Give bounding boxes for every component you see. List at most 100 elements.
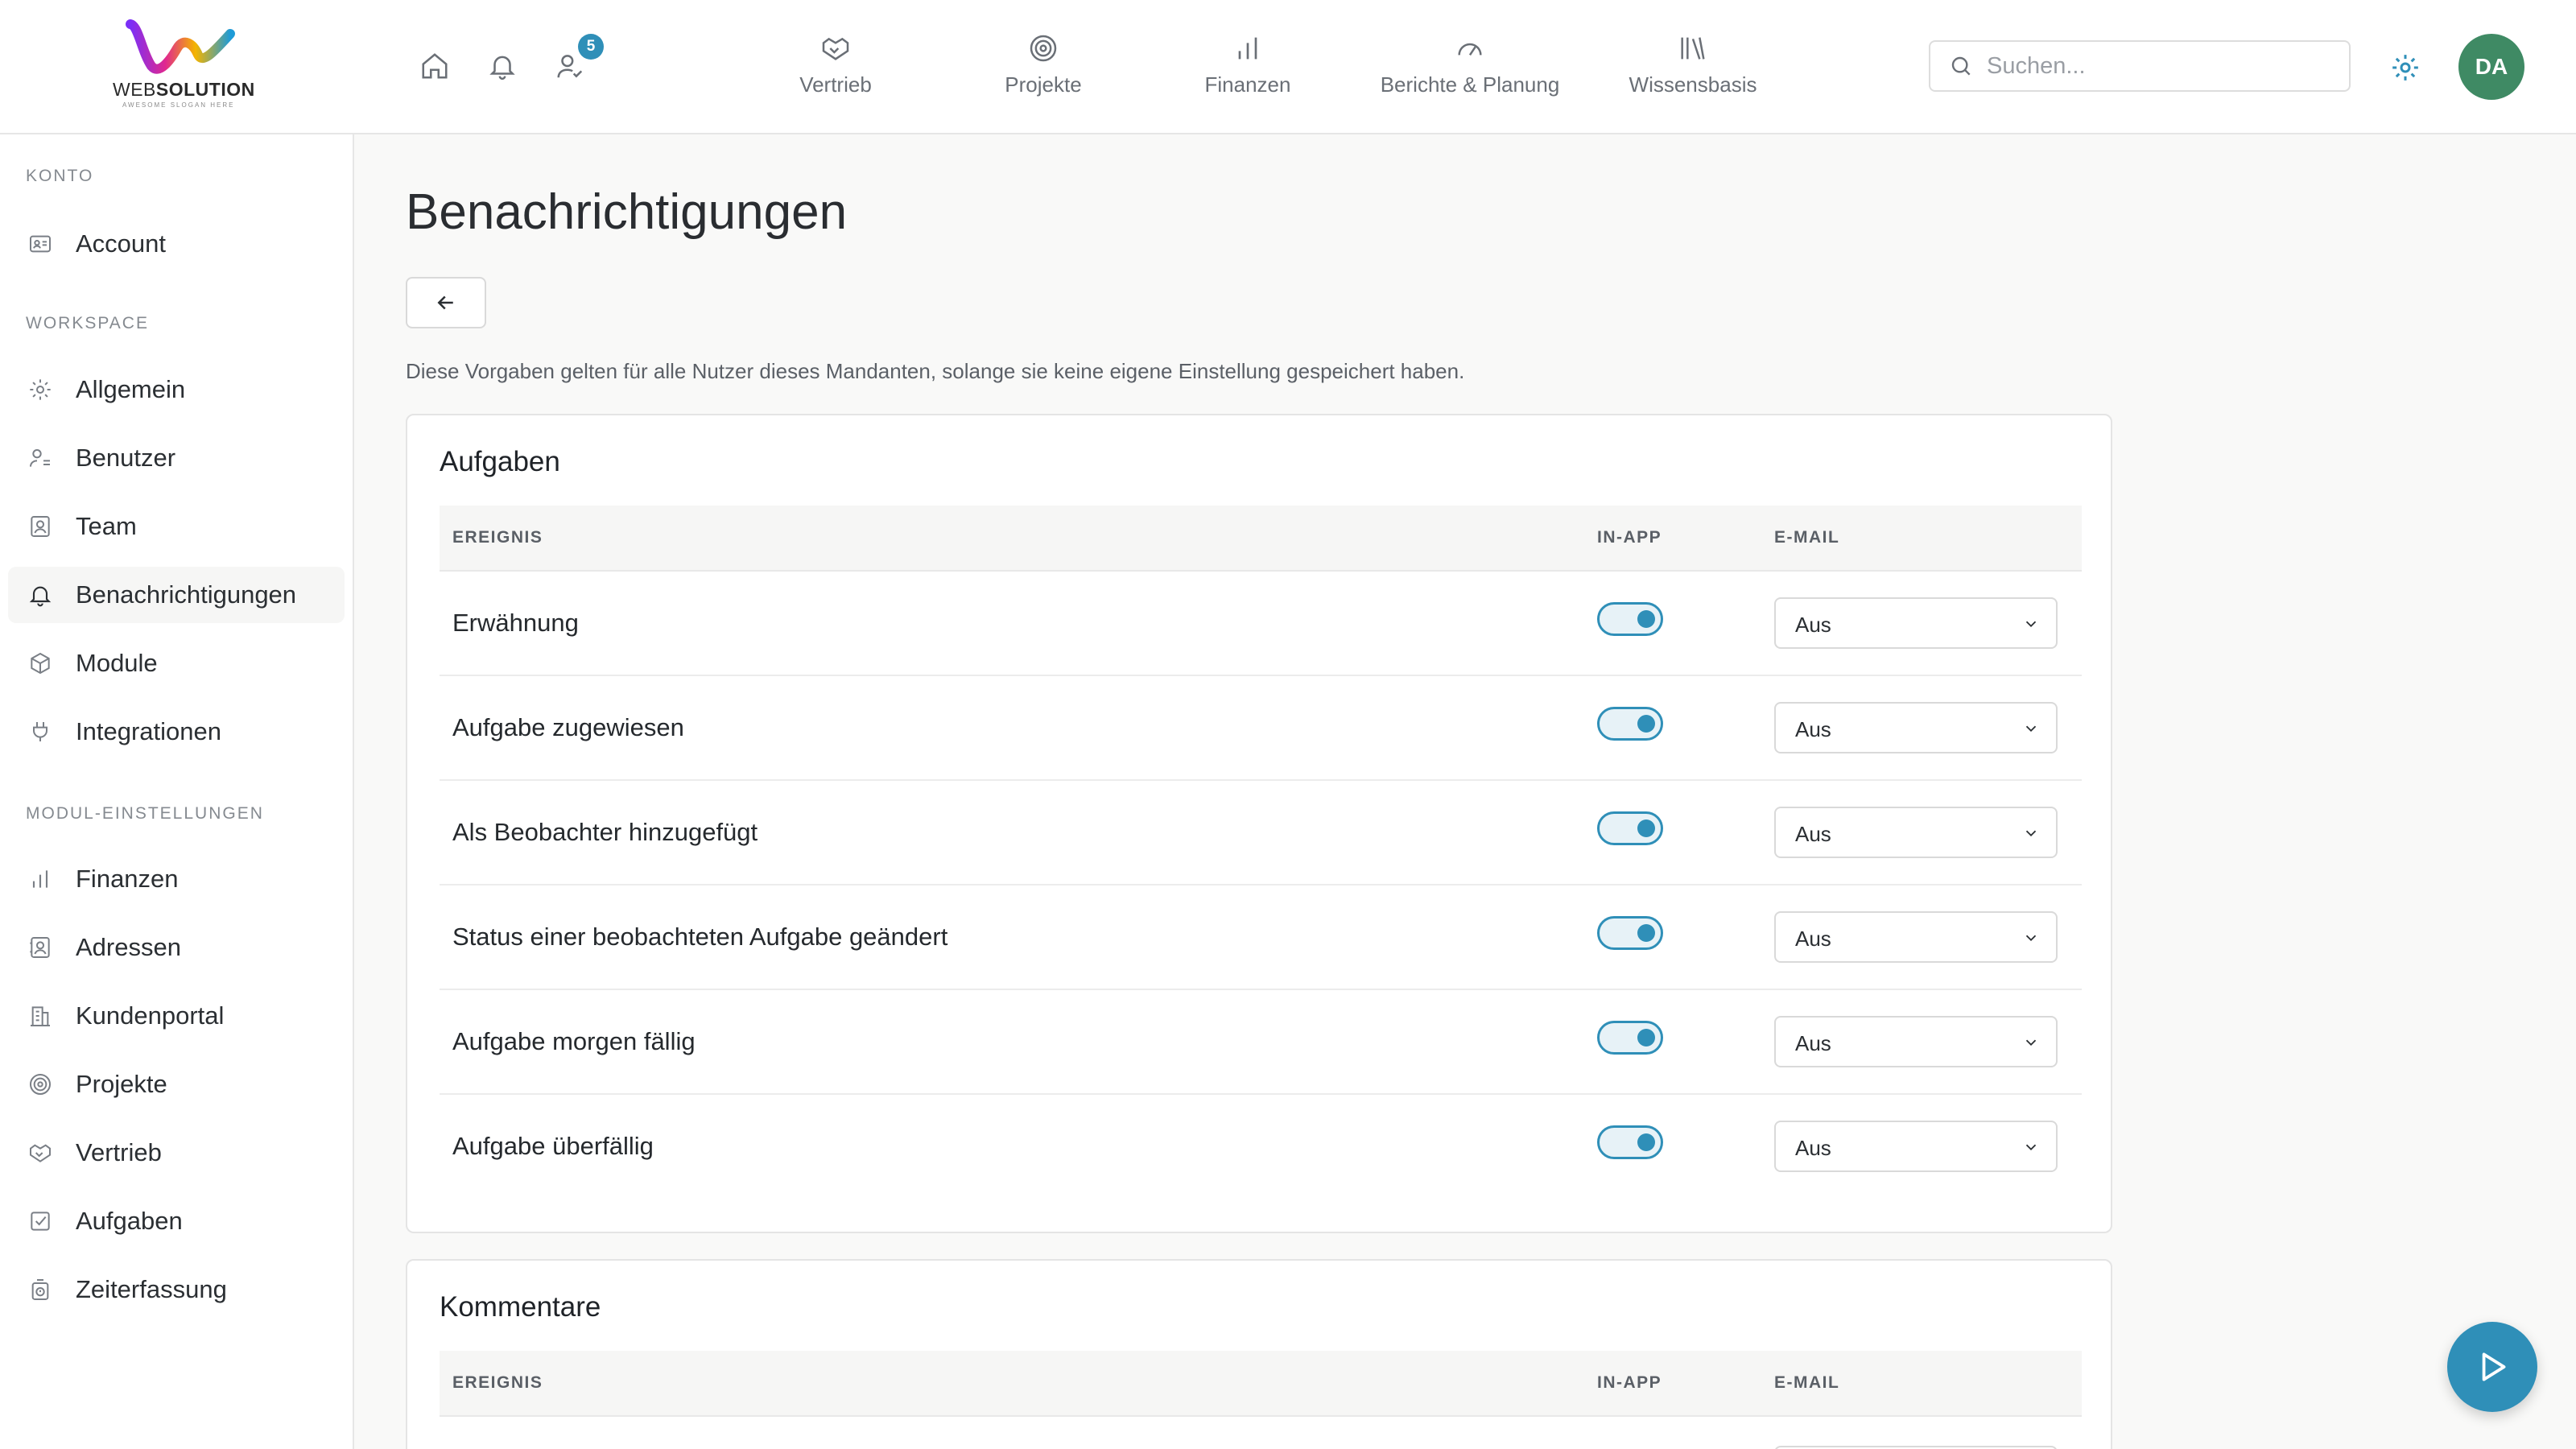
user-avatar[interactable]: DA — [2458, 34, 2524, 100]
topnav-berichte[interactable]: Berichte & Planung — [1373, 31, 1567, 103]
sidebar-item-vertrieb[interactable]: Vertrieb — [8, 1125, 345, 1181]
search-field[interactable] — [1929, 40, 2351, 92]
home-icon — [422, 53, 448, 79]
contact-icon — [31, 516, 50, 537]
gauge-icon — [1458, 43, 1482, 56]
toggle-knob — [1637, 1133, 1655, 1151]
in-app-toggle[interactable] — [1597, 1021, 1663, 1055]
table-row: Status einer beobachteten Aufgabe geände… — [440, 886, 2082, 990]
sidebar-item-label: Module — [76, 649, 158, 677]
gear-icon — [2392, 55, 2418, 80]
topnav-wissensbasis[interactable]: Wissensbasis — [1615, 31, 1771, 103]
page-title: Benachrichtigungen — [406, 184, 848, 240]
in-app-toggle[interactable] — [1597, 1125, 1663, 1159]
topnav-finanzen-label: Finanzen — [1204, 72, 1291, 97]
sidebar-item-benutzer[interactable]: Benutzer — [8, 430, 345, 486]
in-app-toggle[interactable] — [1597, 811, 1663, 845]
library-icon — [1681, 37, 1705, 60]
sidebar-item-label: Benachrichtigungen — [76, 580, 297, 609]
sidebar-item-label: Account — [76, 229, 167, 258]
topnav-vertrieb-label: Vertrieb — [799, 72, 872, 97]
in-app-toggle[interactable] — [1597, 916, 1663, 950]
chevron-down-icon — [2025, 725, 2037, 733]
back-button[interactable] — [406, 277, 486, 328]
sidebar-item-team[interactable]: Team — [8, 498, 345, 555]
sidebar-item-benachrichtigungen[interactable]: Benachrichtigungen — [8, 567, 345, 623]
sidebar-item-label: Team — [76, 512, 137, 540]
sidebar-item-integrationen[interactable]: Integrationen — [8, 704, 345, 760]
card-kommentare: Kommentare EREIGNIS IN-APP E-MAIL — [406, 1259, 2112, 1449]
toggle-knob — [1637, 819, 1655, 837]
event-label: Aufgabe zugewiesen — [452, 713, 684, 741]
building-icon — [31, 1006, 50, 1026]
email-select[interactable]: Aus — [1774, 1121, 2058, 1172]
sidebar-item-account[interactable]: Account — [8, 216, 345, 272]
sidebar-item-module[interactable]: Module — [8, 635, 345, 691]
bar-chart-icon — [32, 870, 48, 888]
email-select-value: Aus — [1795, 613, 1831, 637]
sidebar-item-kundenportal[interactable]: Kundenportal — [8, 988, 345, 1044]
email-select-value: Aus — [1795, 1031, 1831, 1055]
topnav-wissensbasis-label: Wissensbasis — [1629, 72, 1757, 97]
email-select[interactable]: Aus — [1774, 1016, 2058, 1067]
intro-text: Diese Vorgaben gelten für alle Nutzer di… — [406, 359, 1465, 383]
logo-text: WEBSOLUTION — [113, 79, 255, 100]
target-icon — [30, 1074, 51, 1095]
sidebar-item-adressen[interactable]: Adressen — [8, 919, 345, 976]
topnav-vertrieb[interactable]: Vertrieb — [786, 31, 886, 103]
sidebar-item-label: Aufgaben — [76, 1207, 183, 1235]
target-icon — [1030, 35, 1057, 62]
sidebar-item-allgemein[interactable]: Allgemein — [8, 361, 345, 418]
email-select[interactable]: Aus — [1774, 911, 2058, 963]
in-app-toggle[interactable] — [1597, 707, 1663, 741]
search-input[interactable] — [1987, 52, 2325, 80]
table-row: Aufgabe morgen fällig Aus — [440, 990, 2082, 1095]
contact-book-icon — [30, 937, 50, 958]
timer-icon — [31, 1279, 49, 1300]
websolution-logo[interactable]: WEBSOLUTION AWESOME SLOGAN HERE — [111, 19, 254, 111]
notifications-button[interactable] — [483, 47, 522, 85]
home-button[interactable] — [415, 47, 454, 85]
chevron-down-icon — [2025, 935, 2037, 942]
card-title: Aufgaben — [440, 446, 560, 477]
column-header-event: EREIGNIS — [452, 528, 543, 547]
email-select[interactable]: Aus — [1774, 807, 2058, 858]
table-row: Als Beobachter hinzugefügt Aus — [440, 781, 2082, 886]
sidebar-item-label: Vertrieb — [76, 1138, 162, 1166]
column-header-in-app: IN-APP — [1597, 1373, 1662, 1392]
id-card-icon — [30, 235, 51, 253]
arrow-left-icon — [437, 295, 453, 310]
event-label: Aufgabe morgen fällig — [452, 1027, 696, 1055]
bell-icon — [29, 586, 52, 607]
sidebar-section-konto: KONTO — [26, 167, 94, 185]
package-icon — [31, 652, 50, 675]
email-select-value: Aus — [1795, 927, 1831, 951]
sidebar-section-modul-einstellungen: MODUL-EINSTELLUNGEN — [26, 804, 264, 823]
topnav-projekte[interactable]: Projekte — [993, 31, 1093, 103]
email-select[interactable]: Aus — [1774, 597, 2058, 649]
play-fab-button[interactable] — [2447, 1322, 2537, 1412]
notification-badge: 5 — [578, 34, 604, 60]
in-app-toggle[interactable] — [1597, 602, 1663, 636]
settings-sidebar: KONTO Account WORKSPACE Allgemein Benutz… — [0, 134, 354, 1449]
sidebar-item-finanzen[interactable]: Finanzen — [8, 851, 345, 907]
handshake-icon — [30, 1144, 51, 1162]
settings-button[interactable] — [2386, 48, 2425, 87]
sidebar-item-projekte[interactable]: Projekte — [8, 1056, 345, 1113]
sidebar-section-workspace: WORKSPACE — [26, 314, 149, 332]
email-select[interactable]: Aus — [1774, 702, 2058, 753]
chevron-down-icon — [2025, 1144, 2037, 1151]
table-row: Aufgabe zugewiesen Aus — [440, 676, 2082, 781]
handshake-icon — [822, 37, 849, 60]
users-icon — [30, 449, 50, 467]
toggle-knob — [1637, 715, 1655, 733]
topnav-projekte-label: Projekte — [1005, 72, 1082, 97]
sidebar-item-zeiterfassung[interactable]: Zeiterfassung — [8, 1261, 345, 1318]
sidebar-item-label: Finanzen — [76, 865, 179, 893]
play-icon — [2482, 1352, 2506, 1381]
sidebar-item-label: Kundenportal — [76, 1001, 225, 1030]
chevron-down-icon — [2025, 830, 2037, 837]
sidebar-item-aufgaben[interactable]: Aufgaben — [8, 1193, 345, 1249]
topnav-finanzen[interactable]: Finanzen — [1198, 31, 1298, 103]
email-select[interactable] — [1774, 1446, 2058, 1449]
